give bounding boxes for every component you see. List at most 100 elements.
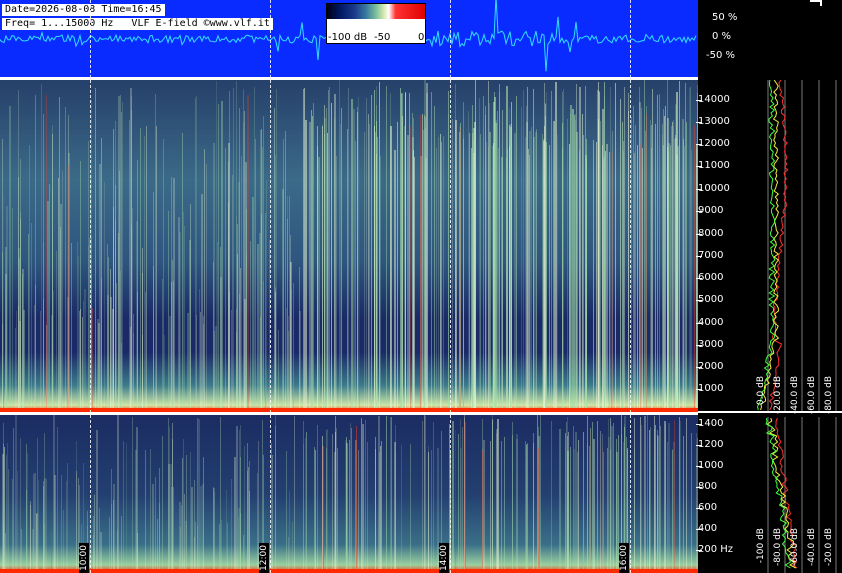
- spectrogram-streak: [673, 120, 674, 412]
- spectrogram-streak: [49, 184, 50, 412]
- spectrogram-streak: [306, 432, 307, 573]
- spectrogram-streak: [501, 157, 503, 412]
- spectrogram-streak: [631, 117, 632, 412]
- spectrogram-streak: [659, 94, 660, 412]
- spectrogram-streak: [645, 131, 646, 412]
- spectrogram-streak: [43, 486, 44, 573]
- spectrogram-streak: [304, 88, 305, 412]
- spectrogram-streak: [483, 440, 485, 573]
- spectrogram-streak: [562, 123, 563, 412]
- spectrogram-streak: [286, 451, 287, 573]
- spectrogram-streak: [596, 142, 597, 412]
- spectrogram-streak: [634, 153, 635, 412]
- spectrogram-streak: [380, 156, 381, 412]
- spectrogram-streak: [566, 422, 567, 573]
- spectrogram-streak: [482, 451, 483, 573]
- spectrogram-streak: [471, 148, 472, 412]
- spectrogram-streak: [331, 103, 332, 412]
- spectrogram-streak: [685, 83, 686, 412]
- spectrogram-streak: [646, 106, 647, 412]
- spectrogram-streak: [71, 243, 72, 412]
- freq-tick: 7000: [695, 250, 724, 261]
- spectrogram-streak: [303, 89, 304, 412]
- spectrogram-streak: [689, 88, 690, 412]
- db-label: -40.0 dB: [790, 376, 800, 415]
- spectrogram-streak: [178, 217, 180, 412]
- spectrogram-streak: [97, 319, 99, 412]
- spectrogram-streak: [189, 240, 191, 412]
- spectrogram-streak: [607, 448, 608, 573]
- spectrogram-streak: [38, 480, 39, 573]
- spectrogram-streak: [46, 479, 47, 573]
- spectrogram-streak: [674, 420, 675, 573]
- spectrogram-streak: [428, 446, 429, 573]
- spectrogram-streak: [590, 428, 591, 573]
- spectrogram-streak: [582, 114, 583, 412]
- db-label: -80.0 dB: [824, 376, 834, 415]
- spectrogram-streak: [326, 448, 327, 573]
- spectrogram-streak: [164, 335, 165, 412]
- spectrogram-streak: [287, 219, 288, 412]
- spectrogram-streak: [668, 147, 669, 412]
- spectrogram-streak: [324, 134, 325, 412]
- spectrogram-streak: [639, 87, 640, 412]
- spectrogram-streak: [278, 330, 279, 412]
- spectrogram-streak: [231, 479, 232, 573]
- spectrogram-streak: [336, 156, 337, 412]
- spectrum-profile-panel: 14000 13000 12000 11000 10000 9000 8000 …: [695, 80, 842, 573]
- spectrogram-streak: [628, 111, 629, 412]
- spectrogram-streak: [460, 448, 462, 573]
- spectrogram-streak: [129, 120, 130, 412]
- spectrogram-streak: [329, 87, 330, 412]
- spectrogram-streak: [652, 89, 653, 412]
- spectrogram-streak: [92, 308, 93, 412]
- spectrogram-streak: [363, 424, 364, 573]
- spectrogram-streak: [374, 126, 375, 412]
- spectrogram-streak: [328, 90, 329, 412]
- spectrogram-streak: [379, 82, 380, 412]
- spectrogram-streak: [247, 471, 248, 573]
- spectrogram-streak: [405, 92, 406, 412]
- spectrogram-streak: [570, 447, 571, 573]
- spectrogram-streak: [288, 537, 289, 573]
- freq-tick: 600: [695, 502, 718, 513]
- spectrogram-streak: [660, 426, 661, 573]
- spectrogram-streak: [367, 442, 368, 573]
- spectrogram-streak: [110, 297, 112, 412]
- spectrogram-streak: [679, 417, 680, 573]
- spectrogram-streak: [322, 124, 323, 412]
- spectrogram-streak: [276, 89, 277, 412]
- spectrogram-streak: [633, 106, 634, 412]
- db-label: -20.0 dB: [773, 376, 783, 415]
- spectrogram-streak: [610, 450, 611, 573]
- spectrogram-streak: [27, 453, 28, 573]
- spectrogram-streak: [220, 417, 221, 573]
- spectrogram-streak: [603, 159, 604, 412]
- spectrogram-streak: [95, 88, 96, 412]
- spectrogram-streak: [303, 444, 304, 573]
- spectrogram-streak: [611, 426, 613, 573]
- spectrogram-streak: [168, 464, 169, 573]
- spectrogram-streak: [490, 441, 491, 573]
- spectrogram-streak: [665, 424, 666, 573]
- spectrogram-streak: [647, 415, 648, 573]
- spectrogram-streak: [497, 419, 499, 573]
- spectrogram-streak: [289, 491, 290, 573]
- waveform-scale: 50 % 0 % -50 %: [698, 0, 842, 77]
- spectrogram-streak: [658, 436, 659, 573]
- freq-tick: 9000: [695, 205, 724, 216]
- spectrogram-streak: [455, 120, 457, 412]
- spectrogram-streak: [613, 423, 614, 573]
- spectrogram-streak: [182, 133, 183, 412]
- spectrogram-streak: [57, 427, 58, 573]
- spectrogram-streak: [101, 138, 102, 412]
- spectrogram-streak: [8, 469, 9, 573]
- spectrogram-streak: [641, 425, 642, 573]
- spectrogram-streak: [364, 132, 365, 412]
- spectrogram-streak: [334, 94, 336, 412]
- spectrogram-streak: [409, 93, 410, 412]
- spectrogram-streak: [516, 434, 518, 573]
- spectrogram-streak: [327, 429, 328, 573]
- spectrogram-streak: [424, 115, 425, 412]
- spectrogram-streak: [243, 122, 244, 412]
